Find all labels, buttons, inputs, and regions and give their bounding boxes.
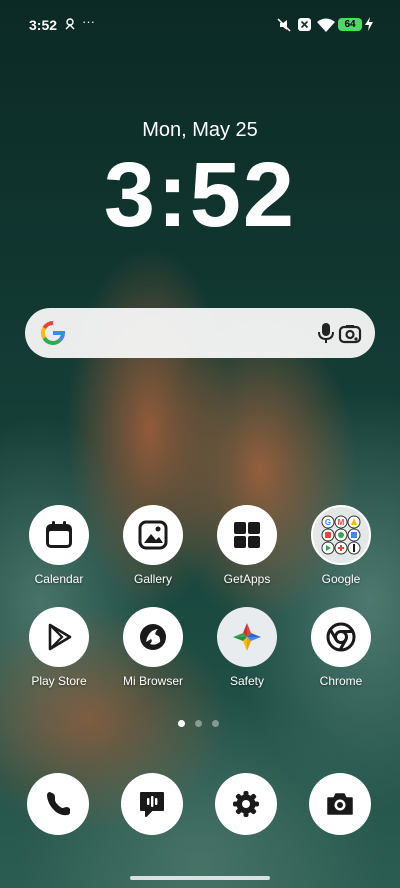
app-play-store[interactable]: Play Store (19, 607, 99, 688)
app-mi-browser[interactable]: Mi Browser (113, 607, 193, 688)
app-label: Chrome (319, 674, 363, 688)
app-label: Mi Browser (122, 674, 183, 688)
app-gallery[interactable]: Gallery (113, 505, 193, 586)
app-label: Play Store (31, 674, 87, 688)
battery-indicator: 64 (338, 18, 362, 31)
chrome-icon (311, 607, 371, 667)
charging-icon (365, 17, 373, 34)
calendar-icon (29, 505, 89, 565)
page-dot-3[interactable] (212, 720, 219, 727)
messages-icon (121, 773, 183, 835)
google-lens-icon[interactable] (337, 321, 363, 347)
safety-icon (217, 607, 277, 667)
status-time: 3:52 (29, 17, 58, 33)
svg-text:G: G (325, 518, 331, 527)
app-label: GetApps (223, 572, 271, 586)
page-dot-2[interactable] (195, 720, 202, 727)
mi-browser-icon (123, 607, 183, 667)
phone-icon (27, 773, 89, 835)
app-calendar[interactable]: Calendar (19, 505, 99, 586)
google-search-bar[interactable] (25, 308, 375, 358)
camera-icon (309, 773, 371, 835)
app-google-folder[interactable]: G M Google (301, 505, 381, 586)
status-bar: 3:52 ··· 64 (0, 0, 400, 50)
gallery-icon (123, 505, 183, 565)
svg-text:M: M (338, 518, 345, 527)
mic-icon[interactable] (315, 321, 337, 345)
date-label: Mon, May 25 (142, 119, 258, 141)
page-indicator[interactable] (178, 720, 228, 728)
app-chrome[interactable]: Chrome (301, 607, 381, 688)
app-label: Safety (229, 674, 265, 688)
app-label: Calendar (34, 572, 84, 586)
play-store-icon (29, 607, 89, 667)
getapps-icon (217, 505, 277, 565)
app-safety[interactable]: Safety (207, 607, 287, 688)
dock-messages[interactable] (112, 773, 192, 835)
app-getapps[interactable]: GetApps (207, 505, 287, 586)
mute-icon (276, 17, 292, 36)
google-folder-icon: G M (311, 505, 371, 565)
dock-phone[interactable] (18, 773, 98, 835)
no-sim-icon (297, 17, 312, 35)
clock-widget[interactable]: 3:52 (0, 140, 400, 250)
dock-camera[interactable] (300, 773, 380, 835)
app-label: Google (321, 572, 361, 586)
wifi-icon (316, 17, 336, 36)
more-notifications-icon: ··· (82, 14, 95, 29)
notification-icon (64, 17, 76, 34)
app-label: Gallery (133, 572, 172, 586)
page-dot-1[interactable] (178, 720, 185, 727)
settings-icon (215, 773, 277, 835)
google-g-icon (36, 316, 70, 350)
dock-settings[interactable] (206, 773, 286, 835)
home-gesture-bar[interactable] (130, 876, 270, 880)
